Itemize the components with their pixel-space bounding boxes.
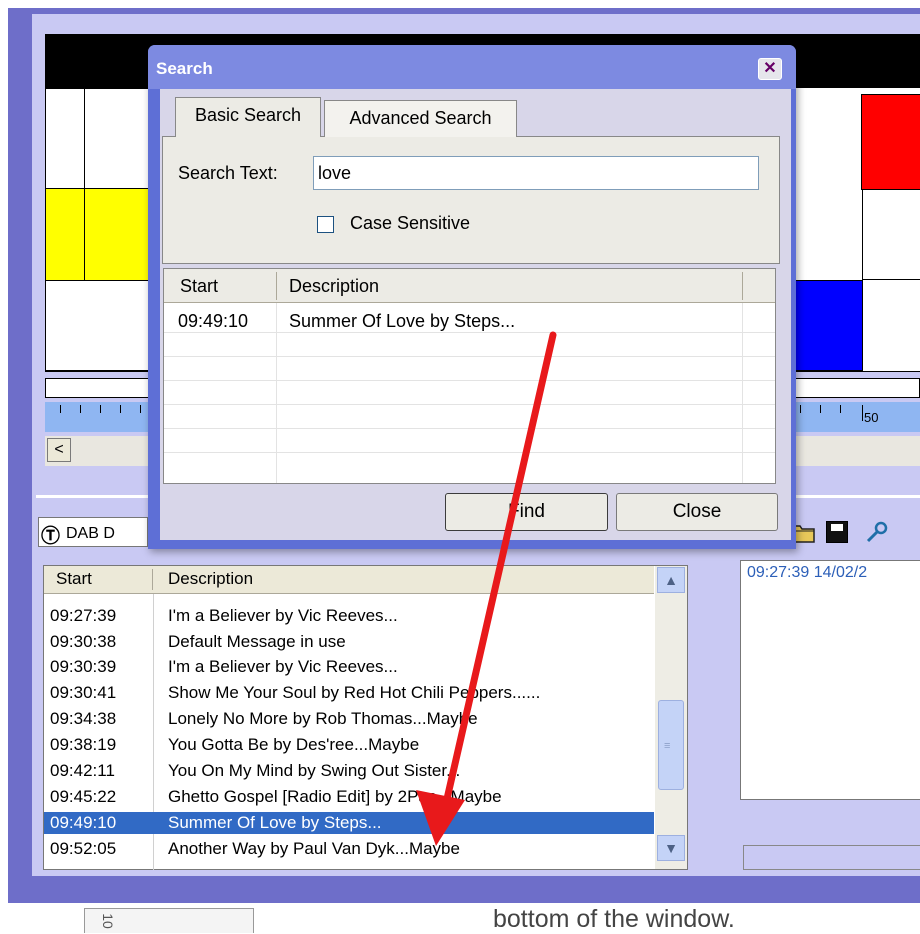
case-sensitive-checkbox[interactable]	[317, 216, 334, 233]
table-row[interactable]: 09:52:05 Another Way by Paul Van Dyk...Ma…	[44, 838, 654, 864]
table-row[interactable]: 09:38:19 You Gotta Be by Des'ree...Maybe	[44, 734, 654, 756]
table-row[interactable]: 09:27:39 I'm a Believer by Vic Reeves...	[44, 605, 654, 627]
table-row[interactable]: 09:30:38 Default Message in use	[44, 631, 654, 653]
document-caption: bottom of the window.	[493, 905, 735, 933]
row-start: 09:30:38	[50, 632, 117, 651]
results-column-separator[interactable]	[742, 272, 743, 300]
log-panel[interactable]	[740, 560, 920, 800]
row-description: Summer Of Love by Steps...	[168, 813, 382, 832]
results-column-divider	[276, 303, 277, 483]
ruler-tick-major	[862, 405, 863, 421]
timeline-cell-yellow[interactable]	[45, 188, 85, 281]
status-bar	[743, 845, 920, 870]
row-start: 09:52:05	[50, 839, 117, 858]
dialog-titlebar[interactable]	[148, 45, 796, 89]
column-header-start[interactable]: Start	[56, 569, 92, 589]
results-gridline	[164, 428, 775, 429]
timeline-cell-blue[interactable]	[790, 280, 863, 371]
ruler-label: 50	[864, 410, 879, 425]
dialog-title: Search	[156, 59, 213, 78]
result-description[interactable]: Summer Of Love by Steps...	[289, 311, 515, 332]
result-start[interactable]: 09:49:10	[178, 311, 248, 332]
row-description: Show Me Your Soul by Red Hot Chili Peppe…	[168, 683, 541, 702]
scroll-up-button[interactable]: ▲	[657, 567, 685, 593]
table-row[interactable]: 09:34:38 Lonely No More by Rob Thomas...M…	[44, 708, 654, 730]
event-list-header: Start Description	[44, 566, 654, 594]
row-description: You Gotta Be by Des'ree...Maybe	[168, 735, 420, 754]
row-description: Another Way by Paul Van Dyk...Maybe	[168, 839, 460, 858]
row-description: Default Message in use	[168, 632, 346, 651]
row-description: Ghetto Gospel [Radio Edit] by 2Pac...May…	[168, 787, 502, 806]
ruler-tick	[100, 405, 101, 413]
row-start: 09:45:22	[50, 787, 117, 806]
results-column-separator[interactable]	[276, 272, 277, 300]
row-start: 09:38:19	[50, 735, 117, 754]
results-column-divider	[742, 303, 743, 483]
results-column-description[interactable]: Description	[289, 276, 379, 297]
results-gridline	[164, 452, 775, 453]
row-start: 09:49:10	[50, 813, 117, 832]
scrollbar-grip-icon: ≡	[664, 740, 671, 752]
table-row[interactable]: 09:42:11 You On My Mind by Swing Out Sist…	[44, 760, 654, 782]
row-start: 09:27:39	[50, 606, 117, 625]
ruler-tick	[140, 405, 141, 413]
row-description: You On My Mind by Swing Out Sister...	[168, 761, 461, 780]
table-row[interactable]: 09:45:22 Ghetto Gospel [Radio Edit] by 2P…	[44, 786, 654, 808]
table-row-selected[interactable]: 09:49:10 Summer Of Love by Steps...	[44, 812, 654, 834]
timeline-cell[interactable]	[45, 88, 85, 189]
results-gridline	[164, 380, 775, 381]
scroll-left-button[interactable]: <	[47, 438, 71, 462]
row-start: 09:30:41	[50, 683, 117, 702]
row-description: I'm a Believer by Vic Reeves...	[168, 606, 398, 625]
table-row[interactable]: 09:30:41 Show Me Your Soul by Red Hot Chi…	[44, 682, 654, 704]
timeline-cell-red[interactable]	[861, 94, 920, 190]
ruler-tick	[80, 405, 81, 413]
dab-channel-label: DAB D	[66, 525, 115, 542]
ruler-tick	[820, 405, 821, 413]
dialog-close-icon[interactable]: ✕	[758, 58, 782, 80]
find-button[interactable]: Find	[445, 493, 608, 531]
row-start: 09:34:38	[50, 709, 117, 728]
search-key-icon[interactable]	[864, 519, 890, 545]
results-gridline	[164, 332, 775, 333]
results-gridline	[164, 356, 775, 357]
column-separator[interactable]	[152, 569, 153, 590]
row-start: 09:30:39	[50, 657, 117, 676]
close-button[interactable]: Close	[616, 493, 778, 531]
document-tab-number: 10	[99, 913, 116, 929]
scrollbar-thumb[interactable]	[658, 700, 684, 790]
ruler-tick	[120, 405, 121, 413]
scroll-down-button[interactable]: ▼	[657, 835, 685, 861]
ruler-tick	[60, 405, 61, 413]
timeline-cell[interactable]	[45, 280, 164, 371]
search-results-header	[164, 269, 775, 303]
case-sensitive-label[interactable]: Case Sensitive	[350, 213, 470, 234]
results-gridline	[164, 404, 775, 405]
row-description: Lonely No More by Rob Thomas...Maybe	[168, 709, 478, 728]
tab-basic-search[interactable]: Basic Search	[175, 97, 321, 137]
table-row[interactable]: 09:30:39 I'm a Believer by Vic Reeves...	[44, 656, 654, 678]
timeline-cell[interactable]	[862, 189, 920, 280]
search-text-label: Search Text:	[178, 163, 278, 183]
tab-advanced-search[interactable]: Advanced Search	[324, 100, 517, 137]
column-header-description[interactable]: Description	[168, 569, 253, 589]
search-text-input[interactable]	[313, 156, 759, 190]
log-entry: 09:27:39 14/02/2	[747, 564, 868, 581]
results-column-start[interactable]: Start	[180, 276, 218, 297]
ruler-tick	[800, 405, 801, 413]
dab-logo-icon: Ⓣ	[41, 525, 61, 547]
row-description: I'm a Believer by Vic Reeves...	[168, 657, 398, 676]
save-icon[interactable]	[826, 521, 848, 543]
row-start: 09:42:11	[50, 761, 115, 780]
ruler-tick	[840, 405, 841, 413]
